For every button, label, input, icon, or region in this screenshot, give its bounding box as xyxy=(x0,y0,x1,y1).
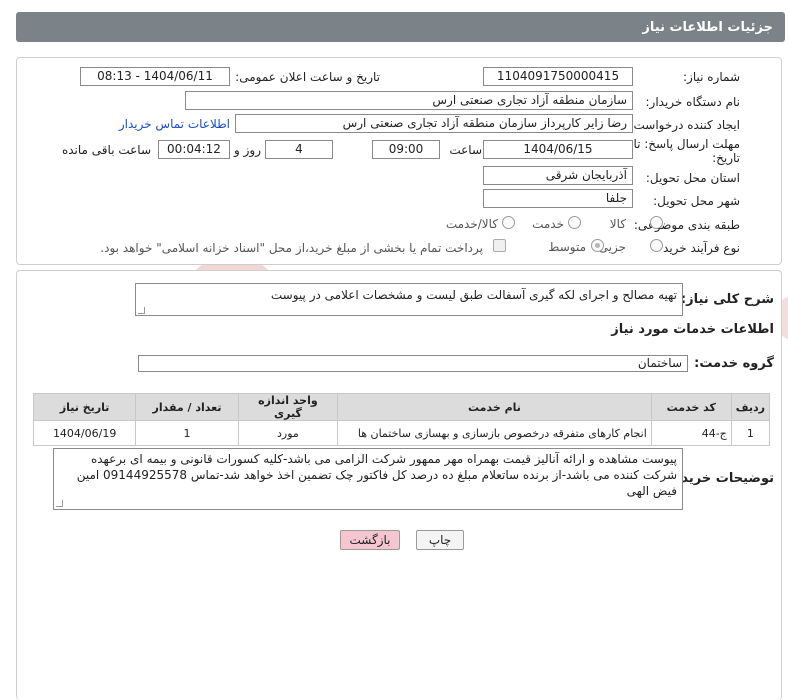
payment-note: پرداخت تمام یا بخشی از مبلغ خرید،از محل … xyxy=(100,241,483,255)
process-radio-medium[interactable] xyxy=(591,239,604,252)
table-row: 1 ج-44 انجام کارهای متفرقه درخصوص بازساز… xyxy=(32,420,771,446)
buyer-notes-resize-handle[interactable] xyxy=(56,500,63,507)
category-option-goods: کالا xyxy=(609,217,626,231)
info-panel xyxy=(16,57,782,265)
process-label: نوع فرآیند خرید : xyxy=(655,241,740,255)
days-remaining-field: 4 xyxy=(265,140,333,159)
category-radio-goods-service[interactable] xyxy=(502,216,515,229)
contact-info-link[interactable]: اطلاعات تماس خریدار xyxy=(119,117,230,131)
services-title: اطلاعات خدمات مورد نیاز xyxy=(611,322,774,337)
description-field: تهیه مصالح و اجرای لکه گیری آسفالت طبق ل… xyxy=(135,283,683,316)
creator-label: ایجاد کننده درخواست: xyxy=(629,118,740,132)
col-date: تاریخ نیاز xyxy=(32,393,137,421)
need-number-label: شماره نیاز: xyxy=(683,70,740,84)
cell-code: ج-44 xyxy=(650,420,732,446)
announce-label: تاریخ و ساعت اعلان عمومی: xyxy=(235,70,380,84)
city-label: شهر محل تحویل: xyxy=(653,194,740,208)
treasury-payment-checkbox[interactable] xyxy=(493,239,506,252)
services-table-wrap: ردیف کد خدمت نام خدمت واحد اندازه گیری ت… xyxy=(32,393,771,446)
time-remaining-label: ساعت باقی مانده xyxy=(61,143,151,157)
service-group-label: گروه خدمت: xyxy=(694,356,774,371)
category-radio-goods[interactable] xyxy=(650,216,663,229)
category-option-goods-service: کالا/خدمت xyxy=(445,217,498,231)
page-title: جزئیات اطلاعات نیاز xyxy=(16,12,785,42)
deadline-label-1: مهلت ارسال پاسخ: تا xyxy=(633,137,740,151)
process-radio-minor[interactable] xyxy=(650,239,663,252)
cell-unit: مورد xyxy=(237,420,339,446)
col-unit: واحد اندازه گیری xyxy=(237,393,339,421)
description-resize-handle[interactable] xyxy=(138,307,145,314)
province-label: استان محل تحویل: xyxy=(645,171,740,185)
time-remaining-field: 00:04:12 xyxy=(158,140,230,159)
announce-field: 1404/06/11 - 08:13 xyxy=(80,67,230,86)
col-name: نام خدمت xyxy=(337,393,652,421)
description-label: شرح کلی نیاز: xyxy=(680,292,774,307)
buyer-org-field: سازمان منطقه آزاد تجاری صنعتی ارس xyxy=(185,91,633,110)
category-option-service: خدمت xyxy=(532,217,564,231)
deadline-time-label: ساعت xyxy=(449,143,482,157)
cell-date: 1404/06/19 xyxy=(32,420,137,446)
col-code: کد خدمت xyxy=(650,393,732,421)
process-option-medium: متوسط xyxy=(548,240,586,254)
page-title-text: جزئیات اطلاعات نیاز xyxy=(642,20,773,35)
deadline-date-field: 1404/06/15 xyxy=(483,140,633,159)
creator-field: رضا زایر کارپرداز سازمان منطقه آزاد تجار… xyxy=(235,114,633,133)
services-table: ردیف کد خدمت نام خدمت واحد اندازه گیری ت… xyxy=(32,393,771,446)
print-button[interactable]: چاپ xyxy=(416,530,464,550)
table-header-row: ردیف کد خدمت نام خدمت واحد اندازه گیری ت… xyxy=(32,393,771,421)
category-radio-service[interactable] xyxy=(568,216,581,229)
cell-row: 1 xyxy=(730,420,771,446)
cell-qty: 1 xyxy=(135,420,239,446)
city-field: جلفا xyxy=(483,189,633,208)
province-field: آذربایجان شرقی xyxy=(483,166,633,185)
col-row: ردیف xyxy=(730,393,771,421)
buyer-org-label: نام دستگاه خریدار: xyxy=(645,95,741,109)
deadline-time-field: 09:00 xyxy=(372,140,440,159)
buyer-notes-field: پیوست مشاهده و ارائه آنالیز قیمت بهمراه … xyxy=(53,448,683,510)
service-group-field: ساختمان xyxy=(138,355,688,372)
days-label: روز و xyxy=(234,143,261,157)
need-number-field: 1104091750000415 xyxy=(483,67,633,86)
deadline-label-2: تاریخ: xyxy=(712,151,740,165)
col-qty: تعداد / مقدار xyxy=(135,393,239,421)
back-button[interactable]: بازگشت xyxy=(340,530,400,550)
cell-name: انجام کارهای متفرقه درخصوص بازسازی و بهس… xyxy=(337,420,652,446)
buyer-notes-text: پیوست مشاهده و ارائه آنالیز قیمت بهمراه … xyxy=(76,452,677,498)
